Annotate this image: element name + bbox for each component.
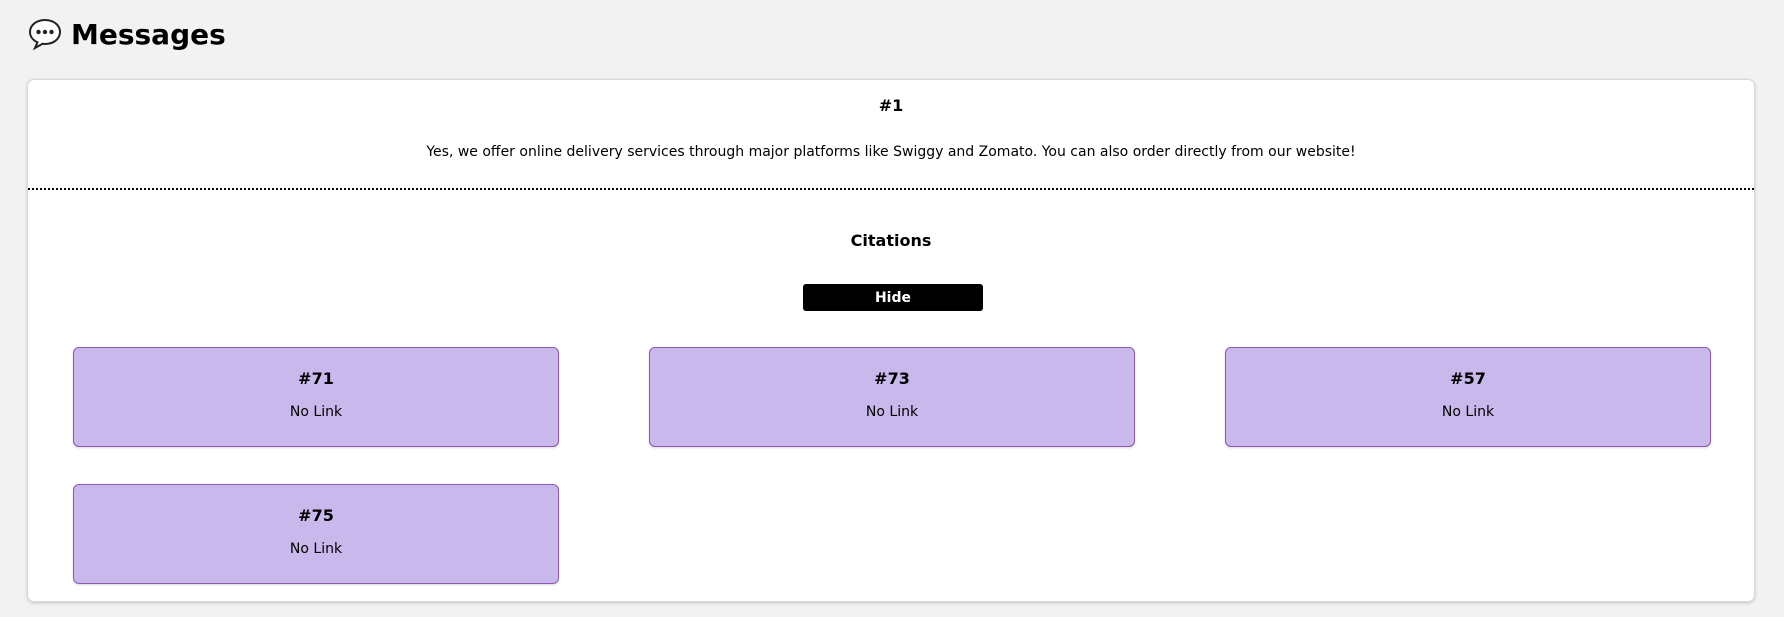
citation-card[interactable]: #73 No Link: [649, 347, 1135, 447]
citation-number: #71: [298, 369, 334, 388]
page-header: Messages: [27, 14, 226, 54]
message-text: Yes, we offer online delivery services t…: [426, 144, 1356, 160]
citation-card[interactable]: #75 No Link: [73, 484, 559, 584]
citation-number: #73: [874, 369, 910, 388]
citation-link-text: No Link: [865, 404, 919, 420]
citation-link-text: No Link: [289, 404, 343, 420]
page-title: Messages: [71, 17, 226, 51]
divider: [28, 188, 1754, 190]
citation-card[interactable]: #57 No Link: [1225, 347, 1711, 447]
message-number: #1: [878, 96, 904, 115]
message-card: #1 Yes, we offer online delivery service…: [27, 79, 1755, 602]
citations-heading: Citations: [850, 231, 932, 250]
citation-card[interactable]: #71 No Link: [73, 347, 559, 447]
citation-number: #75: [298, 506, 334, 525]
citation-link-text: No Link: [1441, 404, 1495, 420]
speech-bubble-icon: [27, 16, 63, 52]
citation-number: #57: [1450, 369, 1486, 388]
hide-citations-button[interactable]: Hide: [803, 284, 983, 311]
citation-link-text: No Link: [289, 541, 343, 557]
